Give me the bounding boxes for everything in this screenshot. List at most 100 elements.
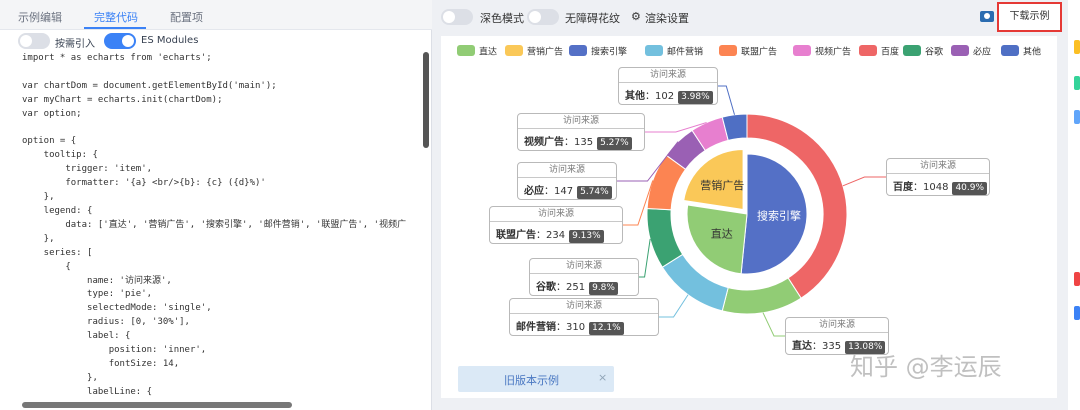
slice-label-value: 147 xyxy=(554,186,574,197)
legend-swatch[interactable] xyxy=(719,45,737,56)
slice-label-box: 访问来源 百度：1048 40.9% xyxy=(886,158,990,196)
code-line: formatter: '{a} <br/>{b}: {c} ({d}%)' xyxy=(22,178,266,189)
pie-inner-label: 搜索引擎 xyxy=(757,209,801,223)
code-panel: 示例编辑 完整代码 配置项 按需引入 ES Modules import * a… xyxy=(0,0,432,410)
slice-label-name: 视频广告 xyxy=(524,137,564,148)
gear-icon[interactable]: ⚙ xyxy=(631,10,641,23)
legend-swatch[interactable] xyxy=(951,45,969,56)
editor-tabs: 示例编辑 完整代码 配置项 xyxy=(0,0,432,30)
legend-label[interactable]: 谷歌 xyxy=(925,46,943,58)
slice-label-series-name: 访问来源 xyxy=(518,114,644,129)
slice-label-separator: ： xyxy=(536,230,546,241)
slice-label-name: 联盟广告 xyxy=(496,230,536,241)
slice-label-value: 102 xyxy=(655,91,675,102)
code-editor[interactable]: import * as echarts from 'echarts'; var … xyxy=(22,52,420,402)
on-demand-import-switch[interactable] xyxy=(18,33,50,49)
legend-label[interactable]: 营销广告 xyxy=(527,46,563,58)
app-root: 示例编辑 完整代码 配置项 按需引入 ES Modules import * a… xyxy=(0,0,1080,410)
legend-label[interactable]: 邮件营销 xyxy=(667,46,703,58)
slice-label-value: 234 xyxy=(546,230,566,241)
close-icon[interactable]: × xyxy=(598,371,607,384)
slice-label-row: 视频广告：135 5.27% xyxy=(524,133,632,150)
slice-label-series-name: 访问来源 xyxy=(490,207,622,222)
dark-mode-switch[interactable] xyxy=(441,9,473,25)
legend-swatch[interactable] xyxy=(903,45,921,56)
slice-label-percent: 12.1% xyxy=(589,322,624,335)
old-example-bar[interactable]: 旧版本示例 × xyxy=(458,366,614,392)
code-line: fontSize: 14, xyxy=(22,358,180,369)
slice-label-series-name: 访问来源 xyxy=(530,259,638,274)
legend-swatch[interactable] xyxy=(569,45,587,56)
code-line: name: '访问来源', xyxy=(22,275,172,286)
code-line: data: ['直达', '营销广告', '搜索引擎', '邮件营销', '联盟… xyxy=(22,219,407,230)
legend-label[interactable]: 联盟广告 xyxy=(741,46,777,58)
slice-label-name: 必应 xyxy=(524,186,544,197)
slice-label-row: 其他：102 3.98% xyxy=(625,87,713,104)
code-line: option = { xyxy=(22,136,77,147)
slice-label-box: 访问来源视频广告：135 5.27% xyxy=(517,113,645,151)
code-line: var myChart = echarts.init(chartDom); xyxy=(22,94,223,105)
code-line: }, xyxy=(22,372,98,383)
accessibility-switch[interactable] xyxy=(527,9,559,25)
legend-swatch[interactable] xyxy=(505,45,523,56)
slice-label-name: 邮件营销 xyxy=(516,322,556,333)
strip-icon xyxy=(1074,76,1080,90)
slice-label-box: 访问来源 谷歌：251 9.8% xyxy=(529,258,639,296)
legend-swatch[interactable] xyxy=(645,45,663,56)
legend-swatch[interactable] xyxy=(457,45,475,56)
slice-label-separator: ： xyxy=(645,91,655,102)
legend-label[interactable]: 搜索引擎 xyxy=(591,46,627,58)
slice-label-row: 联盟广告：234 9.13% xyxy=(496,226,604,243)
slice-label-series-name: 访问来源 xyxy=(619,68,717,83)
slice-label-separator: ： xyxy=(812,341,822,352)
legend-swatch[interactable] xyxy=(793,45,811,56)
legend-label[interactable]: 视频广告 xyxy=(815,46,851,58)
on-demand-import-label: 按需引入 xyxy=(55,39,95,50)
old-example-label[interactable]: 旧版本示例 xyxy=(504,372,559,388)
slice-label-name: 百度 xyxy=(893,182,913,193)
tab-full-code[interactable]: 完整代码 xyxy=(94,9,138,25)
code-line: trigger: 'item', xyxy=(22,164,153,175)
tab-options[interactable]: 配置项 xyxy=(170,9,203,25)
es-modules-switch[interactable] xyxy=(104,33,136,49)
code-line: var chartDom = document.getElementById('… xyxy=(22,80,277,91)
slice-label-percent: 5.27% xyxy=(597,137,632,150)
code-line: { xyxy=(22,261,71,272)
code-line: var option; xyxy=(22,108,82,119)
legend-label[interactable]: 百度 xyxy=(881,46,899,58)
code-line: }, xyxy=(22,233,55,244)
code-line: import * as echarts from 'echarts'; xyxy=(22,53,212,63)
slice-label-separator: ： xyxy=(556,322,566,333)
legend-label[interactable]: 必应 xyxy=(973,46,991,58)
label-connector-line xyxy=(659,294,689,318)
legend-label[interactable]: 直达 xyxy=(479,46,497,58)
code-line: }, xyxy=(22,192,55,203)
legend-swatch[interactable] xyxy=(1001,45,1019,56)
tab-example-edit[interactable]: 示例编辑 xyxy=(18,9,62,25)
slice-label-row: 邮件营销：310 12.1% xyxy=(516,318,624,335)
watermark: 知乎 @李运辰 xyxy=(850,353,1002,381)
code-vertical-scrollbar[interactable] xyxy=(423,52,429,148)
slice-label-name: 直达 xyxy=(792,341,812,352)
slice-label-value: 1048 xyxy=(923,182,949,193)
legend-swatch[interactable] xyxy=(859,45,877,56)
slice-label-series-name: 访问来源 xyxy=(510,299,658,314)
slice-label-box: 访问来源 必应：147 5.74% xyxy=(517,162,617,200)
legend-label[interactable]: 其他 xyxy=(1023,46,1041,58)
code-line: legend: { xyxy=(22,205,93,216)
camera-icon[interactable] xyxy=(980,11,994,22)
dark-mode-label: 深色模式 xyxy=(480,12,524,25)
render-settings-label[interactable]: 渲染设置 xyxy=(645,10,689,26)
strip-icon xyxy=(1074,306,1080,320)
code-line: selectedMode: 'single', xyxy=(22,303,212,314)
download-example-button[interactable]: 下载示例 xyxy=(997,2,1062,32)
code-line: label: { xyxy=(22,331,131,342)
accessibility-label: 无障碍花纹 xyxy=(565,12,620,25)
code-line: series: [ xyxy=(22,247,93,258)
strip-icon xyxy=(1074,110,1080,124)
slice-label-box: 访问来源其他：102 3.98% xyxy=(618,67,718,105)
import-toggles: 按需引入 ES Modules xyxy=(0,30,432,52)
code-line: type: 'pie', xyxy=(22,289,153,300)
code-horizontal-scrollbar[interactable] xyxy=(22,402,292,408)
